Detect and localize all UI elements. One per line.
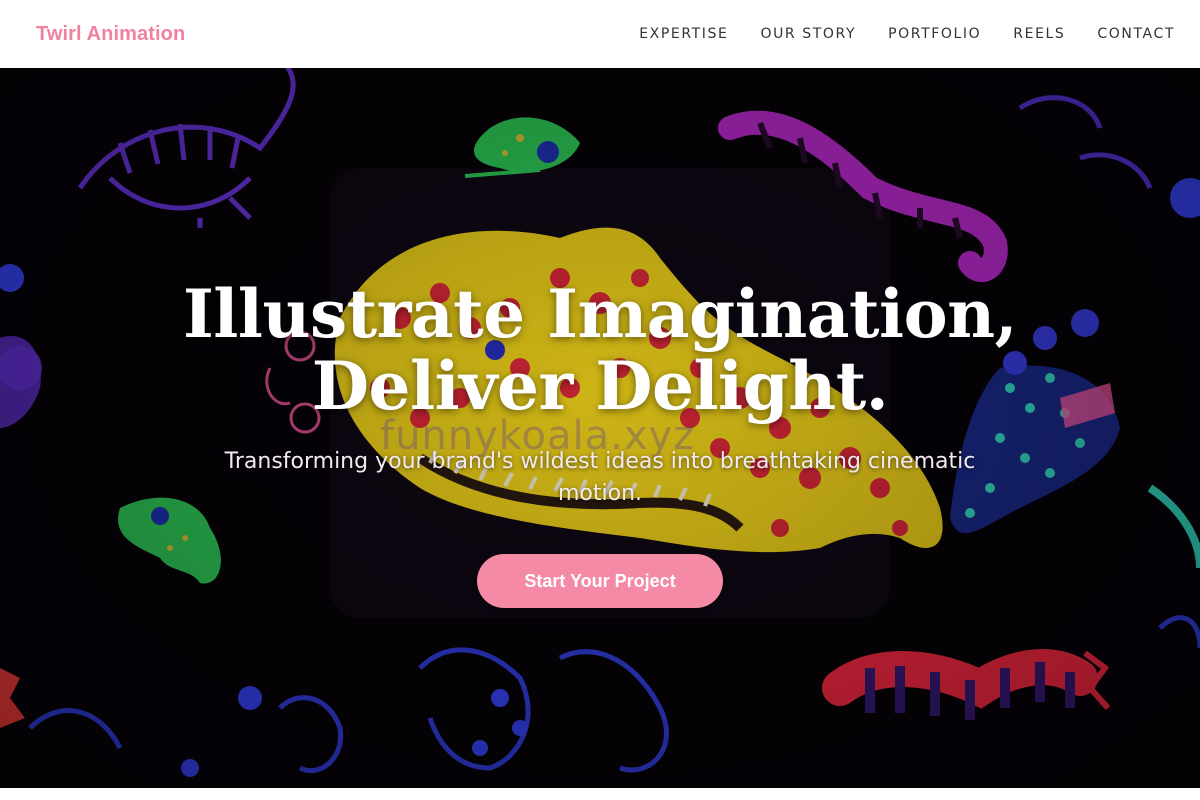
- page-bottom-strip: [0, 788, 1200, 800]
- nav-link-reels[interactable]: REELS: [1013, 26, 1065, 42]
- hero-headline-line1: Illustrate Imagination,: [182, 275, 1018, 353]
- nav-item-portfolio: PORTFOLIO: [888, 25, 981, 43]
- nav-item-our-story: OUR STORY: [760, 25, 856, 43]
- nav-link-expertise[interactable]: EXPERTISE: [639, 26, 728, 42]
- hero-headline-line2: Deliver Delight.: [311, 347, 889, 425]
- nav-link-contact[interactable]: CONTACT: [1097, 26, 1175, 42]
- nav-link-portfolio[interactable]: PORTFOLIO: [888, 26, 981, 42]
- hero-section: funnykoala.xyz Illustrate Imagination, D…: [0, 68, 1200, 788]
- nav-menu: EXPERTISE OUR STORY PORTFOLIO REELS CONT…: [607, 25, 1175, 43]
- nav-item-contact: CONTACT: [1097, 25, 1175, 43]
- brand-logo-link[interactable]: Twirl Animation: [36, 23, 185, 46]
- start-project-button[interactable]: Start Your Project: [477, 554, 723, 608]
- nav-link-our-story[interactable]: OUR STORY: [760, 26, 856, 42]
- nav-item-reels: REELS: [1013, 25, 1065, 43]
- hero-content: Illustrate Imagination, Deliver Delight.…: [0, 68, 1200, 788]
- hero-subheadline: Transforming your brand's wildest ideas …: [224, 449, 976, 506]
- top-navbar: Twirl Animation EXPERTISE OUR STORY PORT…: [0, 0, 1200, 68]
- hero-headline: Illustrate Imagination, Deliver Delight.: [182, 275, 1018, 425]
- nav-item-expertise: EXPERTISE: [639, 25, 728, 43]
